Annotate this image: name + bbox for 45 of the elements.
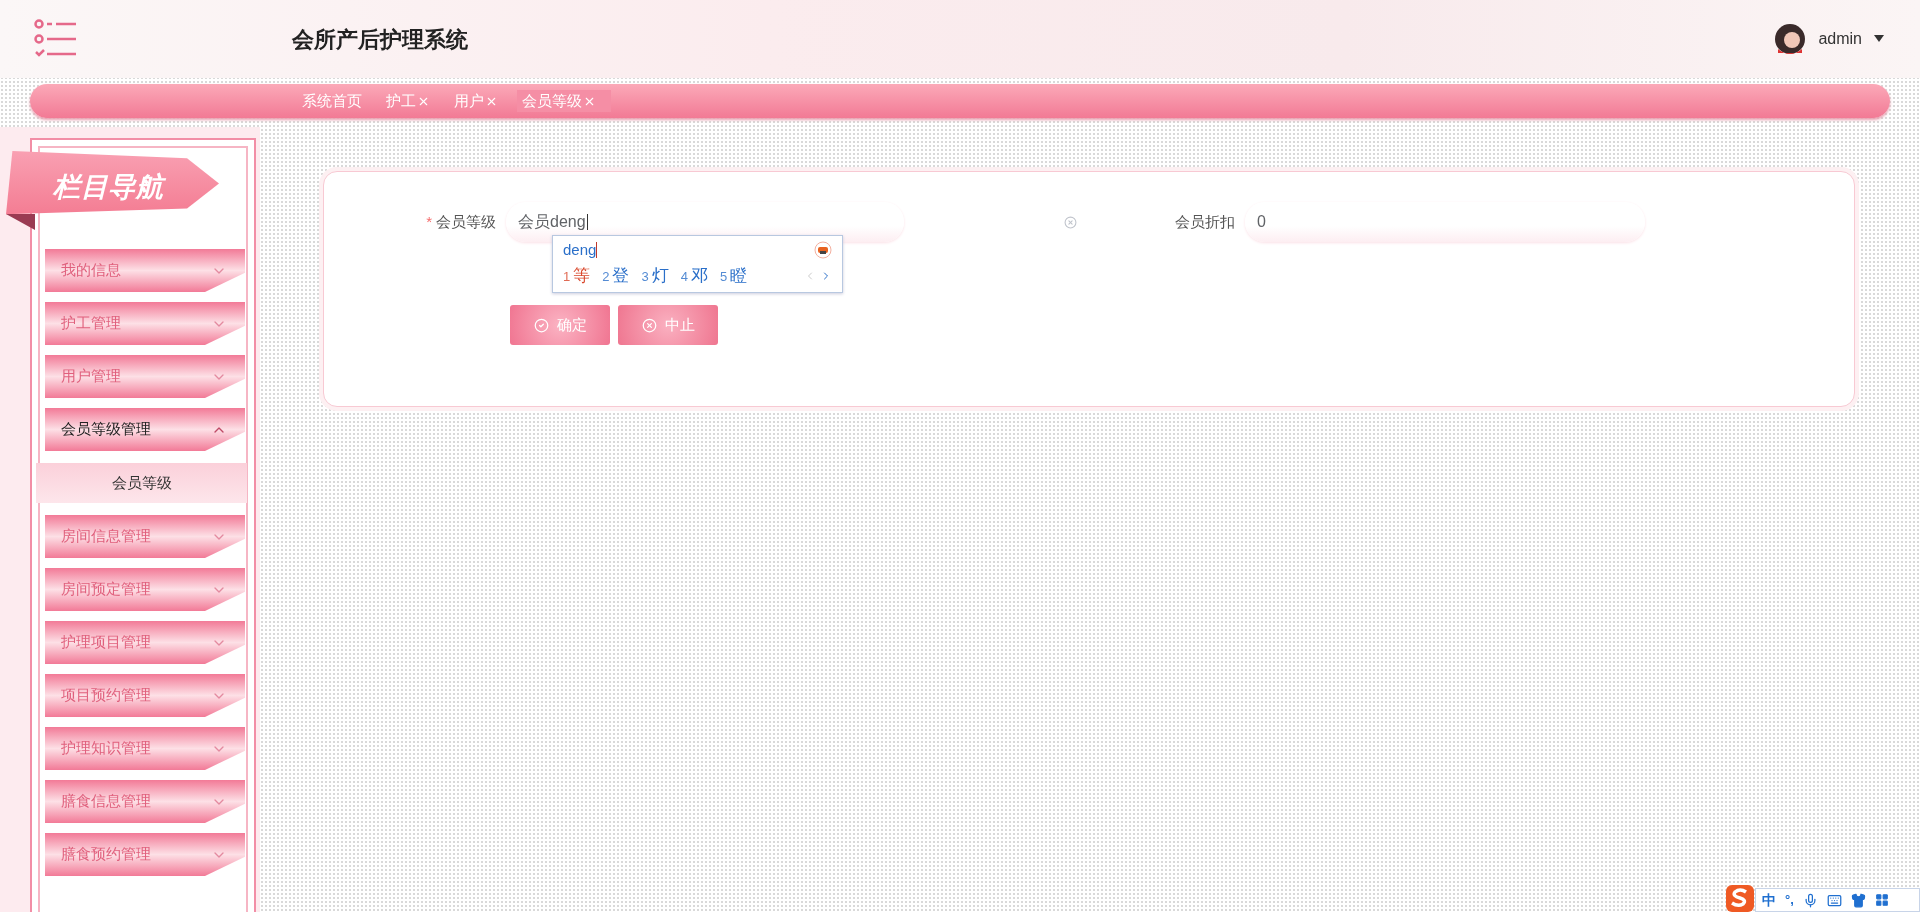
tab[interactable]: 会员等级	[517, 90, 611, 112]
menu-item[interactable]: 项目预约管理	[45, 674, 245, 717]
microphone-icon[interactable]	[1802, 892, 1818, 908]
ime-candidate[interactable]: 4 邓	[680, 263, 708, 289]
ime-candidate[interactable]: 2 登	[602, 263, 630, 289]
avatar-icon[interactable]	[1774, 23, 1807, 55]
menu-icon[interactable]	[34, 19, 78, 59]
user-name[interactable]: admin	[1818, 27, 1862, 51]
menu-item[interactable]: 膳食信息管理	[45, 780, 245, 823]
ribbon-fold-icon	[6, 214, 35, 230]
tab[interactable]: 用户	[449, 90, 513, 112]
menu-item[interactable]: 房间信息管理	[45, 515, 245, 558]
grid-icon[interactable]	[1874, 893, 1889, 907]
ime-mode[interactable]: 中	[1762, 889, 1776, 911]
menu-item[interactable]: 护理知识管理	[45, 727, 245, 770]
menu-item[interactable]: 房间预定管理	[45, 568, 245, 611]
text-field[interactable]: 0	[1245, 202, 1645, 242]
clear-icon[interactable]	[1064, 215, 1077, 229]
field-label: 会员折扣	[1175, 211, 1235, 232]
menu-item[interactable]: 用户管理	[45, 355, 245, 398]
ime-logo-icon[interactable]	[1725, 884, 1755, 912]
menu-item[interactable]: 护理项目管理	[45, 621, 245, 664]
menu-item[interactable]: 我的信息	[45, 249, 245, 292]
tab[interactable]: 系统首页	[297, 90, 377, 112]
submenu-item[interactable]: 会员等级	[36, 463, 247, 503]
keyboard-icon[interactable]	[1826, 892, 1842, 908]
tab[interactable]: 护工	[381, 90, 445, 112]
app-title: 会所产后护理系统	[292, 25, 468, 54]
ime-candidate[interactable]: 5 瞪	[719, 263, 748, 289]
field-label: 会员等级	[436, 211, 496, 232]
cancel-button[interactable]: 中止	[618, 305, 718, 345]
shirt-icon[interactable]	[1850, 892, 1866, 908]
caret-icon[interactable]	[1874, 35, 1884, 43]
menu-item[interactable]: 护工管理	[45, 302, 245, 345]
close-icon	[641, 317, 657, 333]
confirm-button[interactable]: 确定	[510, 305, 610, 345]
menu-item[interactable]: 会员等级管理	[45, 408, 245, 451]
required-mark: *	[426, 211, 432, 232]
ime-composition: deng	[563, 239, 597, 260]
ime-mascot-icon	[814, 241, 832, 259]
check-icon	[533, 317, 549, 333]
menu-item[interactable]: 膳食预约管理	[45, 833, 245, 876]
ime-candidate[interactable]: 3 灯	[641, 263, 669, 289]
ime-punctuation[interactable]: °,	[1785, 890, 1794, 910]
ime-candidate[interactable]: 1 等	[563, 263, 591, 289]
